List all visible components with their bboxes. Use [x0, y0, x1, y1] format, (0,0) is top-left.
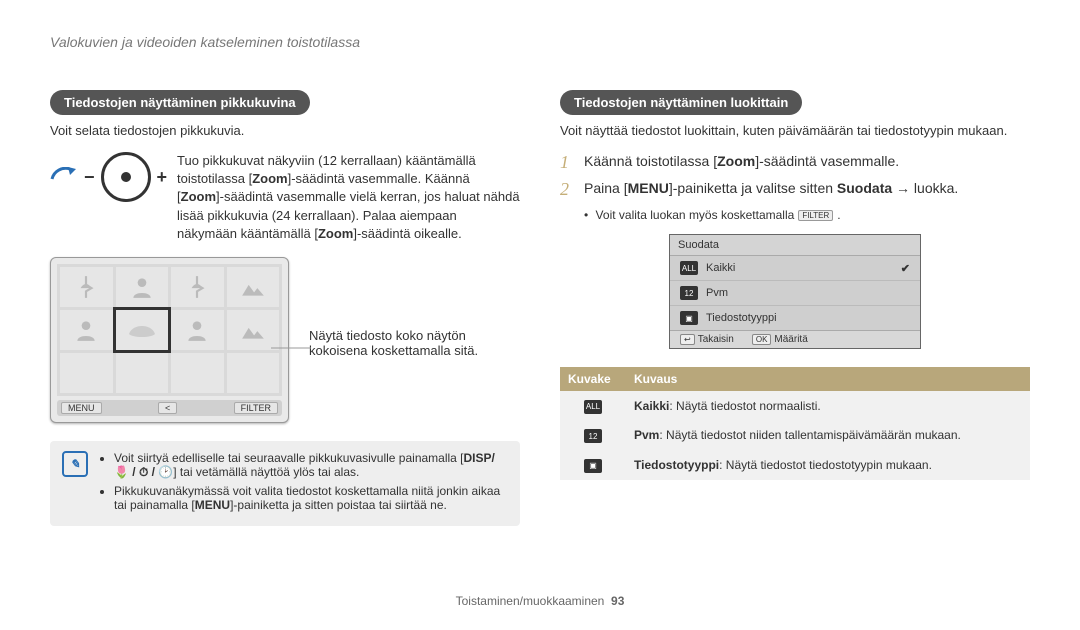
date-icon: 12: [584, 429, 602, 443]
left-column: Tiedostojen näyttäminen pikkukuvina Voit…: [50, 90, 520, 526]
thumbnail: [116, 267, 169, 307]
thumbnail: [171, 310, 224, 350]
menu-button-label: MENU: [61, 402, 102, 414]
callout-area: Näytä tiedosto koko näytön kokoisena kos…: [309, 280, 520, 400]
thumbnail: [60, 353, 113, 393]
step-number: 2: [560, 179, 574, 200]
page-title: Valokuvien ja videoiden katseleminen toi…: [50, 34, 360, 50]
txt-bold: Pvm: [634, 428, 659, 442]
txt: : Näytä tiedostot tiedostotyypin mukaan.: [719, 458, 932, 472]
minus-label: −: [84, 167, 95, 188]
step-number: 1: [560, 152, 574, 173]
txt-bold: Zoom: [717, 153, 755, 169]
txt-bold: Suodata: [837, 180, 892, 196]
txt-bold: Tiedostotyyppi: [634, 458, 719, 472]
table-header-desc: Kuvaus: [626, 367, 1030, 391]
step-1: 1 Käännä toistotilassa [Zoom]-säädintä v…: [560, 152, 1030, 173]
txt-bold: Zoom: [318, 226, 353, 241]
rotate-arrow-icon: [50, 167, 78, 187]
share-button-label: <: [158, 402, 177, 414]
filter-menu-illustration: Suodata ALL Kaikki ✔ 12 Pvm ▣ Tiedostoty…: [669, 234, 921, 349]
callout-text: Näytä tiedosto koko näytön kokoisena kos…: [309, 328, 520, 358]
thumbnail: [116, 353, 169, 393]
plus-label: +: [157, 167, 168, 188]
txt: .: [837, 208, 840, 222]
back-button: ↩Takaisin: [680, 334, 734, 345]
callout-line-icon: [271, 338, 311, 358]
thumbnail: [227, 353, 280, 393]
check-icon: ✔: [901, 262, 910, 275]
table-row: ALL Kaikki: Näytä tiedostot normaalisti.: [560, 391, 1030, 421]
txt: : Näytä tiedostot normaalisti.: [669, 399, 820, 413]
txt: → luokka.: [892, 180, 958, 196]
icon-description-table: Kuvake Kuvaus ALL Kaikki: Näytä tiedosto…: [560, 367, 1030, 480]
step-2: 2 Paina [MENU]-painiketta ja valitse sit…: [560, 179, 1030, 200]
txt: ]-säädintä vasemmalle.: [755, 153, 899, 169]
note-item: Voit siirtyä edelliselle tai seuraavalle…: [114, 451, 508, 480]
filter-menu-item: ▣ Tiedostotyyppi: [670, 306, 920, 330]
txt: Pvm: [706, 287, 728, 299]
txt: Takaisin: [698, 334, 734, 345]
filter-menu-item: 12 Pvm: [670, 281, 920, 306]
table-row: 12 Pvm: Näytä tiedostot niiden tallentam…: [560, 421, 1030, 451]
filter-button-label: FILTER: [234, 402, 278, 414]
left-intro: Voit selata tiedostojen pikkukuvia.: [50, 123, 520, 138]
txt-bold: Zoom: [181, 189, 216, 204]
note-box: ✎ Voit siirtyä edelliselle tai seuraaval…: [50, 441, 520, 526]
txt: Paina [: [584, 180, 628, 196]
thumbnail: [171, 267, 224, 307]
footer-page: 93: [611, 594, 624, 608]
thumbnail-screen: MENU < FILTER: [50, 257, 289, 423]
right-intro: Voit näyttää tiedostot luokittain, kuten…: [560, 123, 1030, 138]
txt: ] tai vetämällä näyttöä ylös tai alas.: [173, 465, 359, 479]
right-column: Tiedostojen näyttäminen luokittain Voit …: [560, 90, 1030, 526]
thumbnail: [60, 310, 113, 350]
txt: Tiedostotyyppi: [706, 312, 777, 324]
filter-menu-item: ALL Kaikki ✔: [670, 256, 920, 281]
thumbnail: [227, 267, 280, 307]
thumbnail: [171, 353, 224, 393]
footer-section: Toistaminen/muokkaaminen: [456, 594, 605, 608]
all-icon: ALL: [680, 261, 698, 275]
txt-bold: Kaikki: [634, 399, 669, 413]
txt: Käännä toistotilassa [: [584, 153, 717, 169]
type-icon: ▣: [584, 459, 602, 473]
zoom-paragraph: Tuo pikkukuvat näkyviin (12 kerrallaan) …: [177, 152, 520, 243]
txt-bold: MENU: [628, 180, 669, 196]
right-heading: Tiedostojen näyttäminen luokittain: [560, 90, 802, 115]
txt: OK: [752, 334, 772, 345]
ok-button: OKMääritä: [752, 334, 808, 345]
txt: ]-painiketta ja sitten poistaa tai siirt…: [230, 498, 447, 512]
zoom-dial-illustration: − +: [50, 152, 167, 202]
note-icon: ✎: [62, 451, 88, 477]
filter-menu-title: Suodata: [670, 235, 920, 256]
table-header-icon: Kuvake: [560, 367, 626, 391]
txt: Kaikki: [706, 262, 735, 274]
dial-icon: [101, 152, 151, 202]
substep: • Voit valita luokan myös koskettamalla …: [584, 208, 1030, 222]
txt: Määritä: [774, 334, 807, 345]
thumbnail-selected: [116, 310, 169, 350]
all-icon: ALL: [584, 400, 602, 414]
thumbnail: [60, 267, 113, 307]
type-icon: ▣: [680, 311, 698, 325]
footer: Toistaminen/muokkaaminen 93: [0, 594, 1080, 608]
filter-mini-button: FILTER: [798, 210, 833, 221]
txt: : Näytä tiedostot niiden tallentamispäiv…: [659, 428, 961, 442]
date-icon: 12: [680, 286, 698, 300]
note-item: Pikkukuvanäkymässä voit valita tiedostot…: [114, 484, 508, 512]
table-row: ▣ Tiedostotyyppi: Näytä tiedostot tiedos…: [560, 450, 1030, 480]
txt: ]-säädintä oikealle.: [353, 226, 461, 241]
txt: Voit siirtyä edelliselle tai seuraavalle…: [114, 451, 464, 465]
txt-bold: Zoom: [252, 171, 287, 186]
txt: Voit valita luokan myös koskettamalla: [596, 208, 795, 222]
txt-bold: MENU: [195, 498, 230, 512]
left-heading: Tiedostojen näyttäminen pikkukuvina: [50, 90, 310, 115]
txt: ]-painiketta ja valitse sitten: [669, 180, 837, 196]
